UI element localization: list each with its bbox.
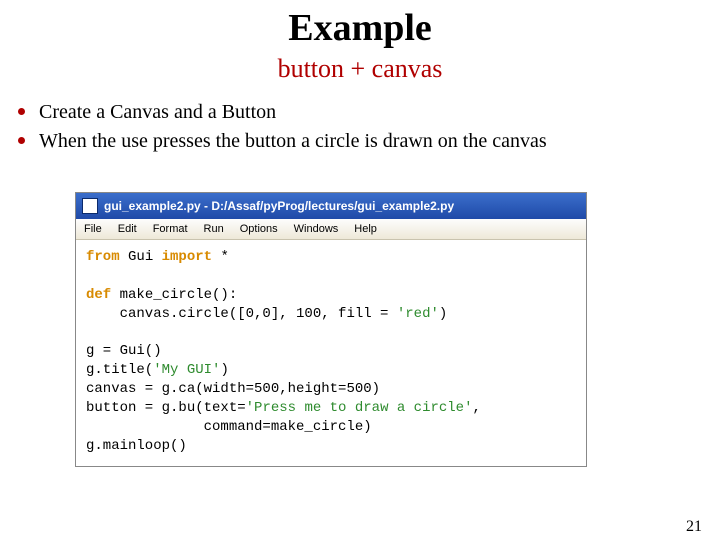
code-text: ): [220, 362, 228, 378]
slide-title: Example: [0, 6, 720, 50]
code-text: ): [439, 306, 447, 322]
code-text: button = g.bu(text=: [86, 400, 246, 416]
bullet-dot-icon: [18, 108, 25, 115]
menu-bar: File Edit Format Run Options Windows Hel…: [76, 219, 586, 240]
bullet-text: When the use presses the button a circle…: [39, 127, 547, 156]
title-bar: gui_example2.py - D:/Assaf/pyProg/lectur…: [76, 193, 586, 219]
code-text: g = Gui(): [86, 343, 162, 359]
keyword-def: def: [86, 287, 111, 303]
slide-subtitle: button + canvas: [0, 54, 720, 84]
bullet-dot-icon: [18, 137, 25, 144]
code-text: ,: [472, 400, 480, 416]
window-title: gui_example2.py - D:/Assaf/pyProg/lectur…: [104, 199, 454, 213]
code-text: canvas = g.ca(width=500,height=500): [86, 381, 380, 397]
string-literal: 'Press me to draw a circle': [246, 400, 473, 416]
bullet-item: When the use presses the button a circle…: [18, 127, 720, 156]
slide: Example button + canvas Create a Canvas …: [0, 6, 720, 546]
code-area: from Gui import * def make_circle(): can…: [76, 240, 586, 466]
menu-options[interactable]: Options: [232, 223, 286, 235]
code-text: make_circle():: [111, 287, 237, 303]
code-text: *: [212, 249, 229, 265]
keyword-import: import: [162, 249, 212, 265]
code-text: g.mainloop(): [86, 438, 187, 454]
menu-edit[interactable]: Edit: [110, 223, 145, 235]
bullet-list: Create a Canvas and a Button When the us…: [18, 98, 720, 156]
code-text: canvas.circle([0,0], 100, fill =: [86, 306, 397, 322]
menu-file[interactable]: File: [76, 223, 110, 235]
string-literal: 'My GUI': [153, 362, 220, 378]
editor-window: gui_example2.py - D:/Assaf/pyProg/lectur…: [75, 192, 587, 467]
bullet-text: Create a Canvas and a Button: [39, 98, 276, 127]
menu-help[interactable]: Help: [346, 223, 385, 235]
bullet-item: Create a Canvas and a Button: [18, 98, 720, 127]
python-file-icon: [82, 198, 98, 214]
keyword-from: from: [86, 249, 120, 265]
code-text: g.title(: [86, 362, 153, 378]
code-text: command=make_circle): [86, 419, 372, 435]
menu-windows[interactable]: Windows: [286, 223, 347, 235]
page-number: 21: [686, 518, 702, 536]
string-literal: 'red': [397, 306, 439, 322]
menu-run[interactable]: Run: [196, 223, 232, 235]
code-text: Gui: [120, 249, 162, 265]
menu-format[interactable]: Format: [145, 223, 196, 235]
